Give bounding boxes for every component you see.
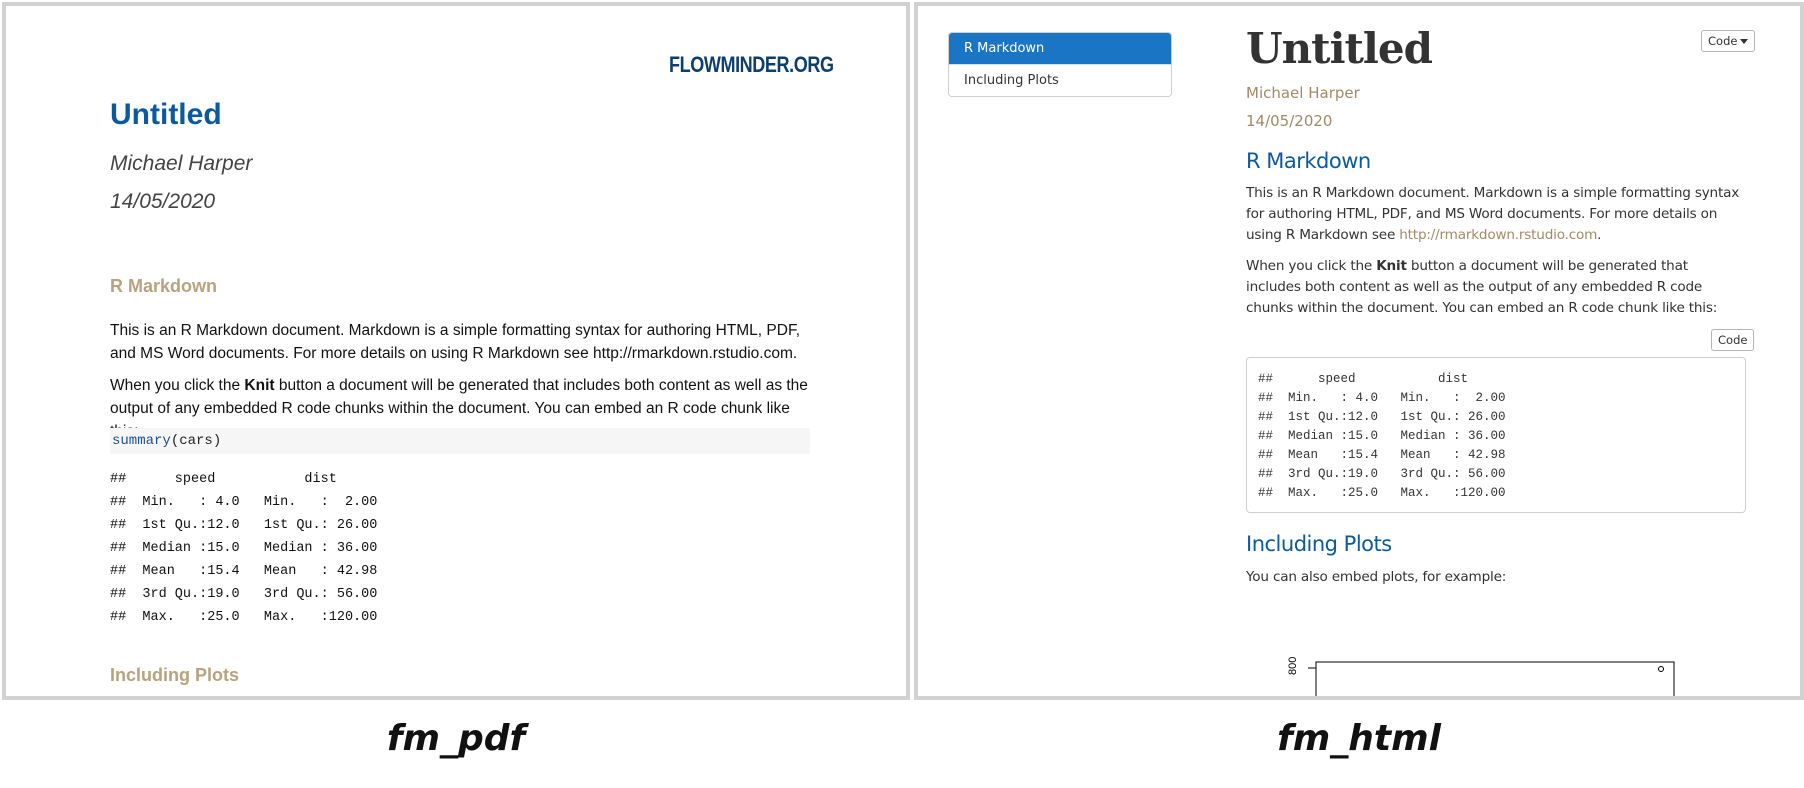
pdf-code-args: (cars) — [170, 433, 222, 449]
toc-item-r-markdown[interactable]: R Markdown — [949, 33, 1171, 64]
html-author: Michael Harper — [1246, 84, 1360, 102]
pdf-paragraph-intro: This is an R Markdown document. Markdown… — [110, 322, 801, 362]
html-paragraph-intro: This is an R Markdown document. Markdown… — [1246, 183, 1746, 246]
caption-fm-pdf: fm_pdf — [386, 718, 526, 759]
html-document-title: Untitled — [1246, 24, 1433, 73]
rmarkdown-link[interactable]: http://rmarkdown.rstudio.com — [1399, 227, 1597, 243]
code-dropdown-button[interactable]: Code — [1701, 30, 1756, 52]
pdf-code-function: summary — [112, 433, 171, 449]
caption-fm-html: fm_html — [1277, 718, 1441, 759]
html-preview-panel: R Markdown Including Plots Untitled Code… — [914, 2, 1804, 700]
flowminder-logo: FLOWMINDER.ORG — [669, 52, 834, 77]
html-paragraph-plots: You can also embed plots, for example: — [1246, 569, 1507, 585]
caret-down-icon — [1740, 39, 1749, 44]
html-section-heading-including-plots: Including Plots — [1246, 532, 1392, 556]
pdf-date: 14/05/2020 — [110, 190, 216, 213]
plot-frame — [1315, 661, 1675, 696]
html-paragraph-knit: When you click the Knit button a documen… — [1246, 256, 1746, 319]
toc-item-including-plots[interactable]: Including Plots — [949, 64, 1171, 96]
show-code-button[interactable]: Code — [1711, 329, 1755, 351]
pdf-paragraph-knit-start: When you click the — [110, 377, 245, 394]
plot-y-tick-label: 800 — [1287, 657, 1299, 675]
html-date: 14/05/2020 — [1246, 112, 1333, 130]
code-dropdown-label: Code — [1708, 34, 1738, 48]
pdf-preview-panel: FLOWMINDER.ORG Untitled Michael Harper 1… — [2, 2, 910, 700]
pdf-document-title: Untitled — [110, 98, 222, 131]
pdf-section-heading-r-markdown: R Markdown — [110, 276, 218, 296]
pdf-code-output: ## speed dist ## Min. : 4.0 Min. : 2.00 … — [110, 472, 378, 625]
pdf-author: Michael Harper — [110, 152, 253, 175]
pdf-section-heading-including-plots: Including Plots — [110, 665, 239, 685]
table-of-contents: R Markdown Including Plots — [948, 32, 1172, 97]
plot-preview: 800 — [1287, 657, 1675, 696]
pdf-code-chunk: summary(cars) — [110, 428, 810, 454]
html-paragraph-intro-end: . — [1597, 227, 1602, 243]
plot-point — [1658, 666, 1664, 672]
html-code-output: ## speed dist ## Min. : 4.0 Min. : 2.00 … — [1246, 357, 1746, 513]
pdf-knit-bold: Knit — [244, 377, 275, 394]
html-knit-bold: Knit — [1376, 258, 1407, 274]
html-section-heading-r-markdown: R Markdown — [1246, 149, 1371, 173]
html-paragraph-knit-start: When you click the — [1246, 258, 1377, 274]
